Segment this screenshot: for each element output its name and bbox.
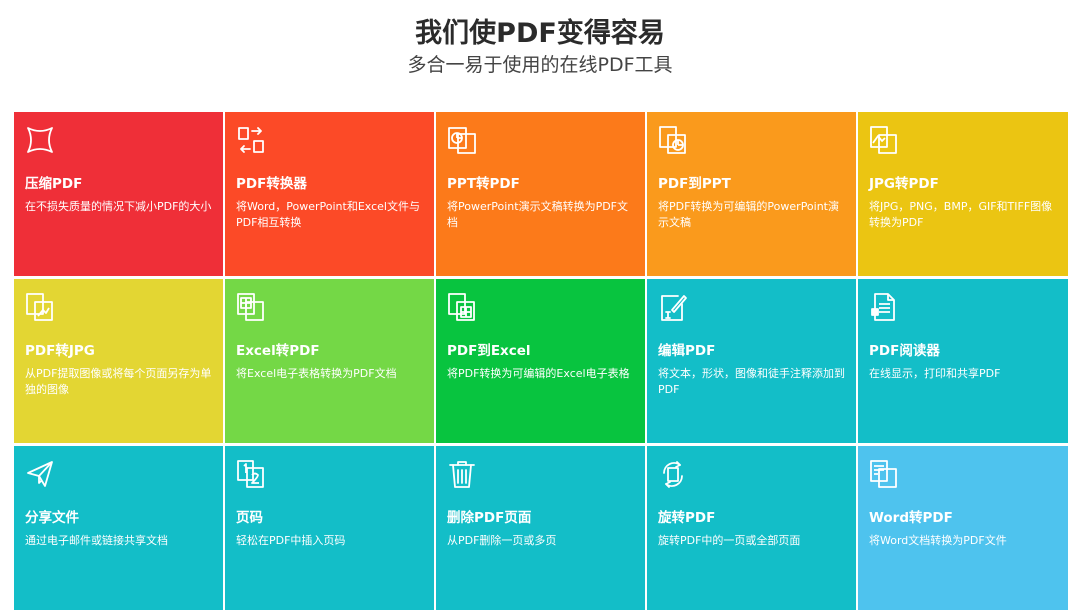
tool-description: 将文本，形状，图像和徒手注释添加到PDF: [658, 367, 845, 396]
tool-share-files[interactable]: 分享文件 通过电子邮件或链接共享文档: [14, 446, 223, 610]
trash-icon: [447, 459, 477, 489]
tool-title: Word转PDF: [869, 510, 953, 526]
page-title: 我们使PDF变得容易: [415, 18, 665, 49]
excel-to-pdf-icon: [236, 292, 266, 322]
tool-description: 将Excel电子表格转换为PDF文档: [236, 367, 397, 380]
tool-pdf-reader[interactable]: PDF阅读器 在线显示，打印和共享PDF: [858, 279, 1068, 443]
page-number-icon: [236, 459, 266, 489]
tool-description: 将JPG，PNG，BMP，GIF和TIFF图像转换为PDF: [869, 200, 1053, 229]
tool-description: 通过电子邮件或链接共享文档: [25, 534, 168, 547]
tool-title: JPG转PDF: [869, 176, 939, 192]
tool-delete-pdf-pages[interactable]: 删除PDF页面 从PDF删除一页或多页: [436, 446, 645, 610]
tool-description: 将PDF转换为可编辑的PowerPoint演示文稿: [658, 200, 839, 229]
tool-title: 分享文件: [25, 510, 79, 526]
tool-jpg-to-pdf[interactable]: JPG转PDF 将JPG，PNG，BMP，GIF和TIFF图像转换为PDF: [858, 112, 1068, 276]
tool-title: Excel转PDF: [236, 343, 320, 359]
tool-title: PDF阅读器: [869, 343, 940, 359]
tool-excel-to-pdf[interactable]: Excel转PDF 将Excel电子表格转换为PDF文档: [225, 279, 434, 443]
tools-grid: 压缩PDF 在不损失质量的情况下减小PDF的大小 PDF转换器 将Word，Po…: [14, 112, 1068, 610]
rotate-icon: [658, 459, 688, 489]
ppt-to-pdf-icon: [447, 125, 477, 155]
tool-compress-pdf[interactable]: 压缩PDF 在不损失质量的情况下减小PDF的大小: [14, 112, 223, 276]
pdf-reader-icon: [869, 292, 899, 322]
page: 我们使PDF变得容易 多合一易于使用的在线PDF工具 压缩PDF 在不损失质量的…: [0, 0, 1080, 612]
tool-description: 轻松在PDF中插入页码: [236, 534, 346, 547]
tool-edit-pdf[interactable]: 编辑PDF 将文本，形状，图像和徒手注释添加到PDF: [647, 279, 856, 443]
tool-description: 在不损失质量的情况下减小PDF的大小: [25, 200, 212, 213]
tool-title: 旋转PDF: [658, 510, 716, 526]
tool-description: 从PDF提取图像或将每个页面另存为单独的图像: [25, 367, 212, 396]
word-to-pdf-icon: [869, 459, 899, 489]
tool-description: 旋转PDF中的一页或全部页面: [658, 534, 801, 547]
jpg-to-pdf-icon: [869, 125, 899, 155]
tool-title: PPT转PDF: [447, 176, 520, 192]
tool-title: 压缩PDF: [25, 176, 83, 192]
pdf-to-jpg-icon: [25, 292, 55, 322]
tool-rotate-pdf[interactable]: 旋转PDF 旋转PDF中的一页或全部页面: [647, 446, 856, 610]
pdf-to-excel-icon: [447, 292, 477, 322]
tool-ppt-to-pdf[interactable]: PPT转PDF 将PowerPoint演示文稿转换为PDF文档: [436, 112, 645, 276]
edit-pdf-icon: [658, 292, 688, 322]
tool-description: 将Word，PowerPoint和Excel文件与PDF相互转换: [236, 200, 420, 229]
tool-title: 删除PDF页面: [447, 510, 532, 526]
tool-title: 页码: [236, 510, 263, 526]
tool-description: 将PowerPoint演示文稿转换为PDF文档: [447, 200, 628, 229]
pdf-to-ppt-icon: [658, 125, 688, 155]
tool-description: 在线显示，打印和共享PDF: [869, 367, 1001, 380]
tool-word-to-pdf[interactable]: Word转PDF 将Word文档转换为PDF文件: [858, 446, 1068, 610]
compress-icon: [25, 125, 55, 155]
tool-title: PDF转换器: [236, 176, 307, 192]
tool-title: PDF转JPG: [25, 343, 95, 359]
tool-description: 从PDF删除一页或多页: [447, 534, 557, 547]
tool-title: 编辑PDF: [658, 343, 716, 359]
header: 我们使PDF变得容易 多合一易于使用的在线PDF工具: [0, 0, 1080, 112]
convert-icon: [236, 125, 266, 155]
page-subtitle: 多合一易于使用的在线PDF工具: [407, 54, 673, 76]
tool-pdf-to-jpg[interactable]: PDF转JPG 从PDF提取图像或将每个页面另存为单独的图像: [14, 279, 223, 443]
tool-description: 将PDF转换为可编辑的Excel电子表格: [447, 367, 630, 380]
tool-pdf-to-ppt[interactable]: PDF到PPT 将PDF转换为可编辑的PowerPoint演示文稿: [647, 112, 856, 276]
tool-title: PDF到PPT: [658, 176, 731, 192]
share-icon: [25, 459, 55, 489]
tool-pdf-to-excel[interactable]: PDF到Excel 将PDF转换为可编辑的Excel电子表格: [436, 279, 645, 443]
tool-pdf-converter[interactable]: PDF转换器 将Word，PowerPoint和Excel文件与PDF相互转换: [225, 112, 434, 276]
tool-description: 将Word文档转换为PDF文件: [869, 534, 1007, 547]
tool-title: PDF到Excel: [447, 343, 531, 359]
tool-page-numbers[interactable]: 页码 轻松在PDF中插入页码: [225, 446, 434, 610]
